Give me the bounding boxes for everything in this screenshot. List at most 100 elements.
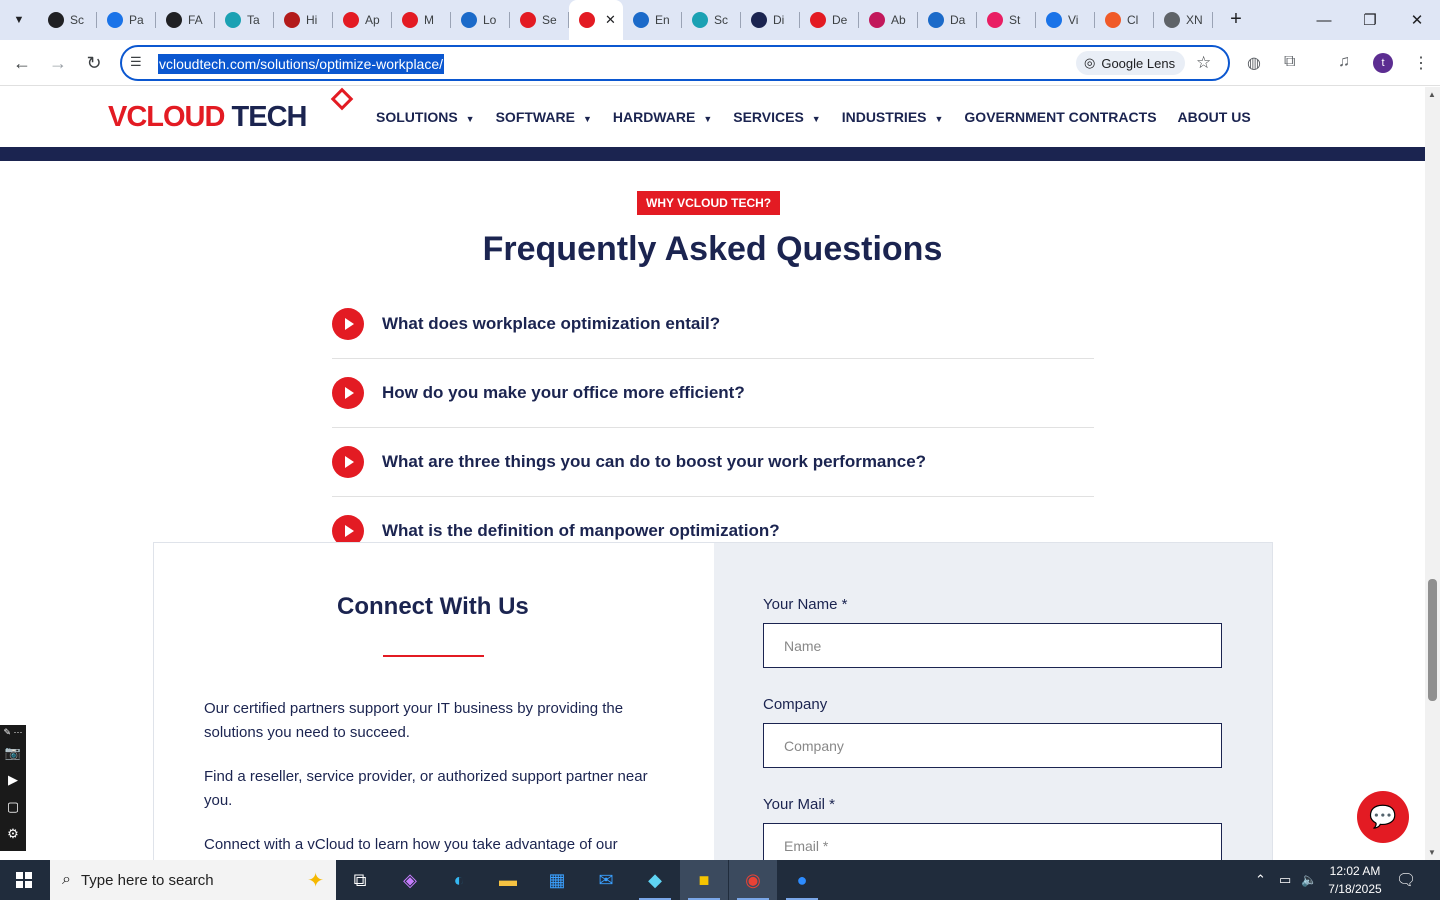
tray-overflow-icon[interactable]: ⌃ [1255,860,1266,900]
browser-tab[interactable]: Cl [1095,0,1154,40]
tab-favicon-icon [928,12,944,28]
chrome-browser-icon[interactable]: ◉ [729,860,777,900]
tab-title: Sc [70,13,85,27]
back-icon[interactable]: ← [10,51,34,75]
connect-title: Connect With Us [337,593,529,620]
nav-item-about-us[interactable]: ABOUT US [1178,109,1251,125]
faq-item[interactable]: What are three things you can do to boos… [332,428,1094,497]
nav-item-label: SOLUTIONS [376,109,458,125]
new-tab-button[interactable]: + [1224,8,1248,32]
browser-tab[interactable]: Da [918,0,977,40]
browser-tab[interactable]: Sc [682,0,741,40]
browser-tab[interactable]: De [800,0,859,40]
faq-question: What is the definition of manpower optim… [382,521,780,540]
start-button[interactable] [0,860,48,900]
site-info-icon[interactable]: ☰ [130,54,142,70]
sticky-notes-icon[interactable]: ■ [680,860,728,900]
browser-tab[interactable]: En [623,0,682,40]
reload-icon[interactable]: ↻ [82,51,106,75]
site-logo[interactable]: VCLOUD TECH [108,101,307,134]
browser-menu-icon[interactable]: ⋮ [1413,53,1429,73]
tab-favicon-icon [343,12,359,28]
browser-tab[interactable]: Sc [38,0,97,40]
microsoft-store-icon[interactable]: ▦ [533,860,581,900]
tab-close-icon[interactable]: ✕ [605,12,616,28]
video-icon[interactable]: ▶ [0,766,26,793]
email-field[interactable] [763,823,1222,860]
connect-paragraph-2: Find a reseller, service provider, or au… [204,768,648,809]
browser-tab[interactable]: Vi [1036,0,1095,40]
scroll-up-arrow-icon[interactable]: ▲ [1428,90,1436,99]
tab-title: De [832,13,848,27]
browser-tab[interactable]: Hi [274,0,333,40]
forward-icon[interactable]: → [46,51,70,75]
address-bar[interactable]: ☰ vcloudtech.com/solutions/optimize-work… [120,45,1230,81]
tab-favicon-icon [520,12,536,28]
settings-gear-icon[interactable]: ⚙ [0,820,26,847]
close-window-icon[interactable]: ✕ [1394,0,1440,40]
nav-item-government-contracts[interactable]: GOVERNMENT CONTRACTS [964,109,1156,125]
company-field[interactable] [763,723,1222,768]
notification-center-icon[interactable]: 🗨 1 [1396,870,1416,890]
profile-avatar[interactable]: t [1373,53,1393,73]
volume-icon[interactable]: 🔈 [1301,860,1317,900]
task-view-icon[interactable]: ⧉ [336,860,384,900]
mail-app-icon[interactable]: ✉ [582,860,630,900]
faq-question: What are three things you can do to boos… [382,452,927,471]
edge-browser-icon[interactable]: ◐ [435,860,483,900]
browser-tab[interactable]: St [977,0,1036,40]
chat-bubble-icon: 💬 [1369,804,1397,829]
browser-tab[interactable]: Pa [97,0,156,40]
nav-item-software[interactable]: SOFTWARE ▼ [496,109,592,125]
chat-widget-button[interactable]: 💬 [1357,791,1409,843]
minimize-icon[interactable]: — [1301,0,1347,40]
bookmark-star-icon[interactable]: ☆ [1196,53,1211,73]
tab-favicon-icon [633,12,649,28]
scroll-thumb[interactable] [1428,579,1437,701]
tab-title: Se [542,13,557,27]
connect-divider [383,655,484,657]
tab-favicon-icon [692,12,708,28]
browser-tab[interactable]: Ap [333,0,392,40]
pinned-app-icon[interactable]: ◆ [631,860,679,900]
url-text[interactable]: vcloudtech.com/solutions/optimize-workpl… [158,54,445,74]
tab-title: Ta [247,13,260,27]
tab-favicon-icon [751,12,767,28]
nav-item-hardware[interactable]: HARDWARE ▼ [613,109,712,125]
camera-icon[interactable]: 📷 [0,739,26,766]
faq-item[interactable]: What does workplace optimization entail? [332,290,1094,359]
browser-tab[interactable]: Se [510,0,569,40]
zoom-app-icon[interactable]: ● [778,860,826,900]
nav-item-solutions[interactable]: SOLUTIONS ▼ [376,109,475,125]
taskbar-clock[interactable]: 12:02 AM 7/18/2025 [1322,862,1388,898]
scroll-down-arrow-icon[interactable]: ▼ [1428,848,1436,857]
browser-tab[interactable]: XN [1154,0,1213,40]
tab-search-button[interactable]: ▼ [6,8,32,32]
media-control-icon[interactable]: ♫ [1338,53,1350,71]
browser-tab[interactable]: ✕ [569,0,623,40]
file-explorer-icon[interactable]: ▬ [484,860,532,900]
copilot-app-icon[interactable]: ◈ [386,860,434,900]
page-scrollbar[interactable]: ▲ ▼ [1425,87,1440,860]
window-icon[interactable]: ▢ [0,793,26,820]
name-field[interactable] [763,623,1222,668]
google-lens-button[interactable]: ◎ Google Lens [1076,51,1186,75]
tab-favicon-icon [579,12,595,28]
network-icon[interactable]: ▭ [1279,860,1291,900]
restore-icon[interactable]: ❐ [1347,0,1393,40]
capture-menu-icon[interactable]: ✎ ⋯ [0,725,26,739]
faq-list: What does workplace optimization entail?… [332,290,1094,566]
translate-icon[interactable]: ◍ [1247,53,1261,73]
nav-item-services[interactable]: SERVICES ▼ [733,109,820,125]
nav-item-industries[interactable]: INDUSTRIES ▼ [842,109,944,125]
browser-tab[interactable]: Ab [859,0,918,40]
browser-tab[interactable]: M [392,0,451,40]
browser-tab[interactable]: Lo [451,0,510,40]
browser-tab[interactable]: Di [741,0,800,40]
tab-title: En [655,13,670,27]
taskbar-search[interactable]: ⌕ Type here to search ✦ [50,860,336,900]
browser-tab[interactable]: FA [156,0,215,40]
extensions-icon[interactable]: ⧉ [1284,53,1295,71]
faq-item[interactable]: How do you make your office more efficie… [332,359,1094,428]
browser-tab[interactable]: Ta [215,0,274,40]
